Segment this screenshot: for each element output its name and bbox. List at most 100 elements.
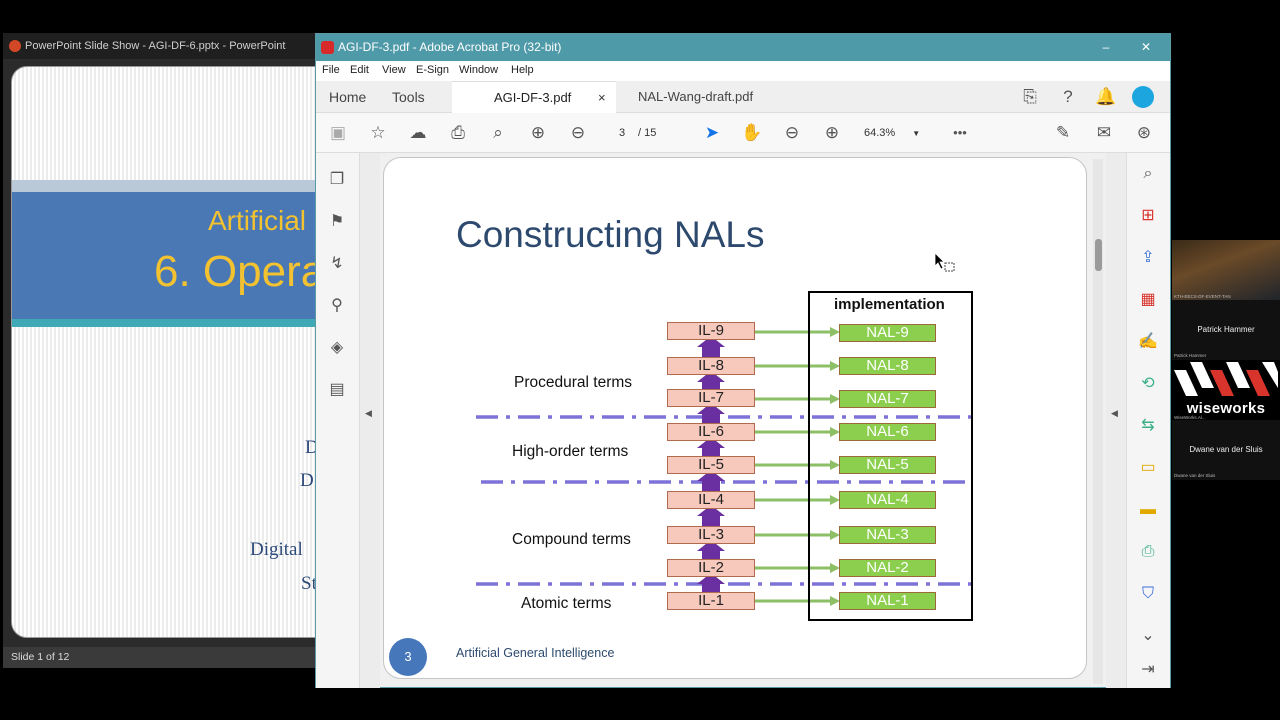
participant-name-dwane: Dwane van der Sluis [1189, 445, 1263, 454]
share-screen-icon[interactable]: ⎘ [1018, 85, 1042, 109]
fill-sign-icon[interactable]: ✍ [1137, 331, 1159, 353]
atomic-terms-label: Atomic terms [521, 595, 612, 612]
page-number-input[interactable]: 3 [608, 123, 636, 143]
chevron-down-icon: ▼ [912, 129, 921, 138]
sign-icon[interactable]: ✎ [1051, 121, 1075, 145]
tab-home[interactable]: Home [329, 89, 366, 105]
tab-close-icon[interactable]: × [598, 90, 606, 105]
nal-4-box: NAL-4 [839, 491, 936, 509]
upload-cloud-icon[interactable]: ☁ [406, 121, 430, 145]
menu-bar: File Edit View E-Sign Window Help [316, 61, 1170, 81]
participant-video-patrick[interactable] [1172, 240, 1280, 300]
protect-shield-icon[interactable]: ⛉ [1137, 583, 1159, 605]
signatures-icon[interactable]: ↯ [326, 253, 348, 275]
bookmark-star-icon[interactable]: ☆ [366, 121, 390, 145]
collapse-left-icon: ◀ [365, 408, 372, 418]
scan-ocr-icon[interactable]: ⎙ [1137, 541, 1159, 563]
il-6-box: IL-6 [667, 423, 755, 441]
pin-panel-icon[interactable]: ⇥ [1137, 659, 1159, 681]
send-for-review-icon[interactable]: ▭ [1137, 457, 1159, 479]
share-user-icon[interactable]: ⊛ [1132, 121, 1156, 145]
create-pdf-icon[interactable]: ⊞ [1137, 205, 1159, 227]
zoom-level-select[interactable]: 64.3% ▼ [864, 123, 926, 143]
video-participants-strip: KTH-EECS-DF-EVENT-TAN Patrick Hammer Pat… [1172, 240, 1280, 480]
tab-bar: Home Tools AGI-DF-3.pdf × NAL-Wang-draft… [316, 81, 1170, 113]
layers-icon[interactable]: ◈ [326, 337, 348, 359]
acrobat-titlebar[interactable]: AGI-DF-3.pdf - Adobe Acrobat Pro (32-bit… [316, 34, 1170, 61]
tab-agi-df-3[interactable]: AGI-DF-3.pdf × [452, 81, 616, 113]
powerpoint-title: PowerPoint Slide Show - AGI-DF-6.pptx - … [25, 40, 286, 52]
nal-7-box: NAL-7 [839, 390, 936, 408]
next-page-icon[interactable]: ⊖ [566, 121, 590, 145]
tab-tools[interactable]: Tools [392, 89, 425, 105]
powerpoint-window[interactable]: PowerPoint Slide Show - AGI-DF-6.pptx - … [3, 33, 333, 668]
il-2-box: IL-2 [667, 559, 755, 577]
zoom-out-icon[interactable]: ⊖ [780, 121, 804, 145]
search-zoom-icon[interactable]: ⌕ [486, 121, 510, 145]
right-panel-collapse[interactable]: ◀ [1106, 153, 1126, 688]
print-icon[interactable]: ⎙ [446, 121, 470, 145]
nal-1-box: NAL-1 [839, 592, 936, 610]
participant-video-dwane[interactable]: wiseworks [1172, 360, 1280, 420]
expand-more-icon[interactable]: ⌄ [1137, 625, 1159, 647]
menu-file[interactable]: File [322, 64, 340, 76]
powerpoint-slide[interactable]: Artificial 6. Opera D D Digital St [11, 66, 333, 638]
menu-edit[interactable]: Edit [350, 64, 369, 76]
attachments-icon[interactable]: ⚲ [326, 295, 348, 317]
minimize-button[interactable]: – [1086, 34, 1126, 61]
menu-help[interactable]: Help [511, 64, 534, 76]
powerpoint-titlebar[interactable]: PowerPoint Slide Show - AGI-DF-6.pptx - … [3, 33, 333, 59]
save-icon[interactable]: ▣ [326, 121, 350, 145]
menu-window[interactable]: Window [459, 64, 498, 76]
participant-small-name-2: Dwane van der Sluis [1174, 473, 1216, 478]
nal-6-box: NAL-6 [839, 423, 936, 441]
help-icon[interactable]: ? [1056, 85, 1080, 109]
notification-bell-icon[interactable]: 🔔 [1094, 85, 1118, 109]
account-avatar[interactable] [1132, 86, 1154, 108]
left-panel-collapse[interactable]: ◀ [360, 153, 380, 688]
pdf-page[interactable]: Constructing NALs implementation IL-9 IL… [383, 157, 1087, 679]
mouse-cursor-icon [934, 252, 955, 272]
close-window-button[interactable]: ✕ [1126, 34, 1166, 61]
page-number-badge: 3 [389, 638, 427, 676]
organize-pages-icon[interactable]: ▦ [1137, 289, 1159, 311]
acrobat-logo-icon [321, 41, 334, 54]
implementation-title: implementation [834, 296, 945, 313]
bookmarks-icon[interactable]: ⚑ [326, 211, 348, 233]
menu-esign[interactable]: E-Sign [416, 64, 449, 76]
slide-band-bottom [12, 319, 332, 327]
tab-nal-wang-draft[interactable]: NAL-Wang-draft.pdf [638, 89, 753, 104]
email-icon[interactable]: ✉ [1092, 121, 1116, 145]
previous-page-icon[interactable]: ⊕ [526, 121, 550, 145]
acrobat-title: AGI-DF-3.pdf - Adobe Acrobat Pro (32-bit… [338, 40, 562, 54]
zoom-in-icon[interactable]: ⊕ [820, 121, 844, 145]
minimize-button-2 [1046, 34, 1086, 61]
hand-tool-icon[interactable]: ✋ [740, 121, 764, 145]
participant-caption-2: WiseWorks.Al... [1174, 415, 1206, 420]
slide-subtitle-2: D [300, 470, 314, 491]
scrollbar-thumb[interactable] [1095, 239, 1102, 271]
compound-terms-label: Compound terms [512, 531, 631, 548]
acrobat-window[interactable]: AGI-DF-3.pdf - Adobe Acrobat Pro (32-bit… [315, 33, 1171, 688]
page-total: / 15 [638, 127, 657, 139]
menu-view[interactable]: View [382, 64, 406, 76]
wiseworks-logo-icon [1174, 362, 1278, 396]
il-3-box: IL-3 [667, 526, 755, 544]
compare-icon[interactable]: ⇆ [1137, 415, 1159, 437]
comment-icon[interactable]: ▬ [1137, 499, 1159, 521]
select-cursor-icon[interactable]: ➤ [700, 121, 724, 145]
nal-2-box: NAL-2 [839, 559, 936, 577]
il-9-box: IL-9 [667, 322, 755, 340]
document-properties-icon[interactable]: ▤ [326, 379, 348, 401]
slide-title-line2: 6. Opera [154, 247, 326, 296]
page-thumbnails-icon[interactable]: ❐ [326, 169, 348, 191]
slide-band-top [12, 180, 332, 192]
nal-8-box: NAL-8 [839, 357, 936, 375]
edit-pdf-icon[interactable]: ⟲ [1137, 373, 1159, 395]
more-tools-icon[interactable]: ••• [948, 121, 972, 145]
powerpoint-logo-icon [9, 40, 21, 52]
search-icon[interactable]: ⌕ [1137, 163, 1159, 185]
il-8-box: IL-8 [667, 357, 755, 375]
vertical-scrollbar[interactable] [1093, 159, 1103, 684]
export-pdf-icon[interactable]: ⇪ [1137, 247, 1159, 269]
